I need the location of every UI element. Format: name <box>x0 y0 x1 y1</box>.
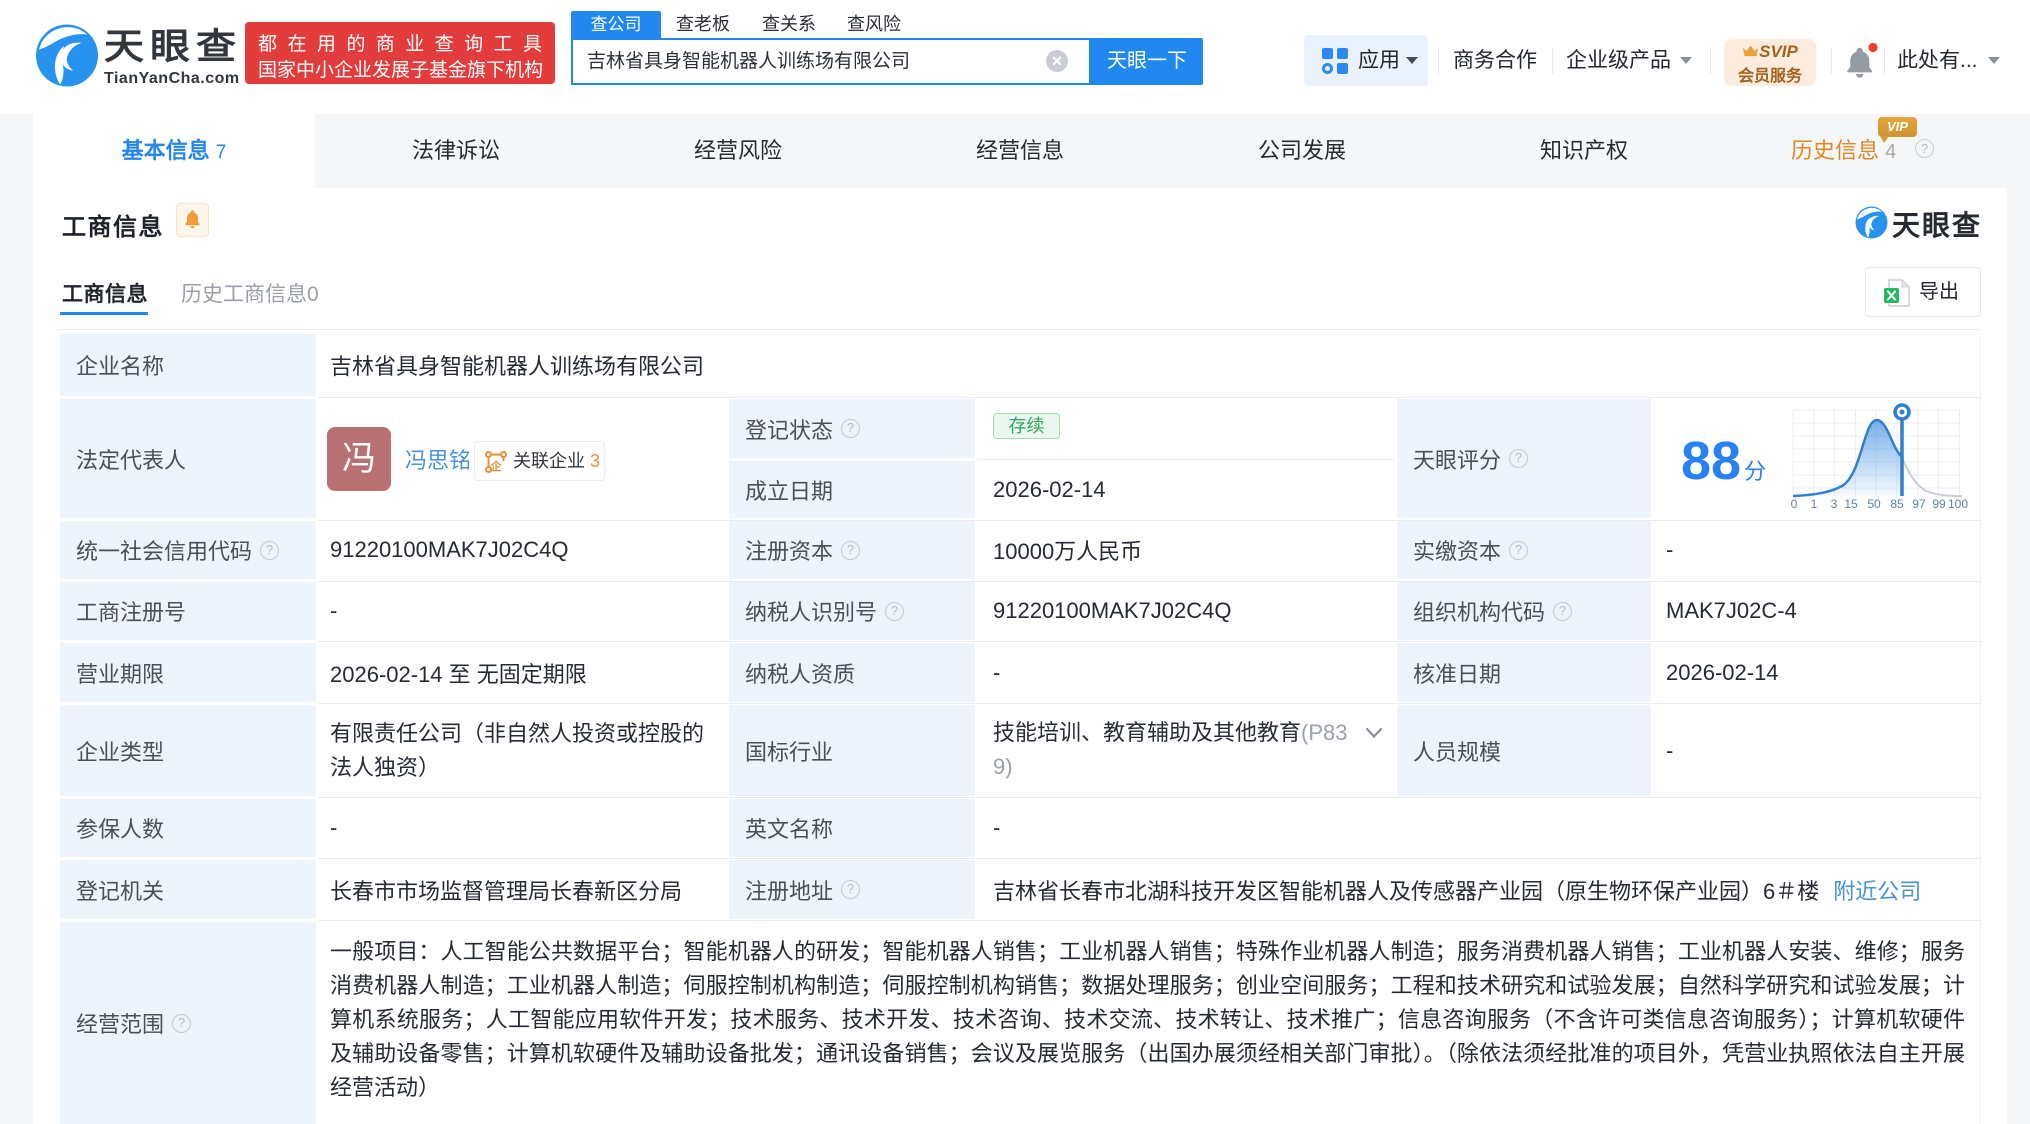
svg-text:50: 50 <box>1867 497 1881 511</box>
svg-text:85: 85 <box>1890 497 1904 511</box>
svg-text:1: 1 <box>1811 497 1818 511</box>
svg-text:15: 15 <box>1844 497 1858 511</box>
svg-text:97: 97 <box>1912 497 1926 511</box>
svg-text:0: 0 <box>1791 497 1798 511</box>
svg-text:99: 99 <box>1932 497 1946 511</box>
svg-text:3: 3 <box>1831 497 1838 511</box>
svg-text:企: 企 <box>490 459 503 473</box>
svg-text:100: 100 <box>1948 497 1968 511</box>
